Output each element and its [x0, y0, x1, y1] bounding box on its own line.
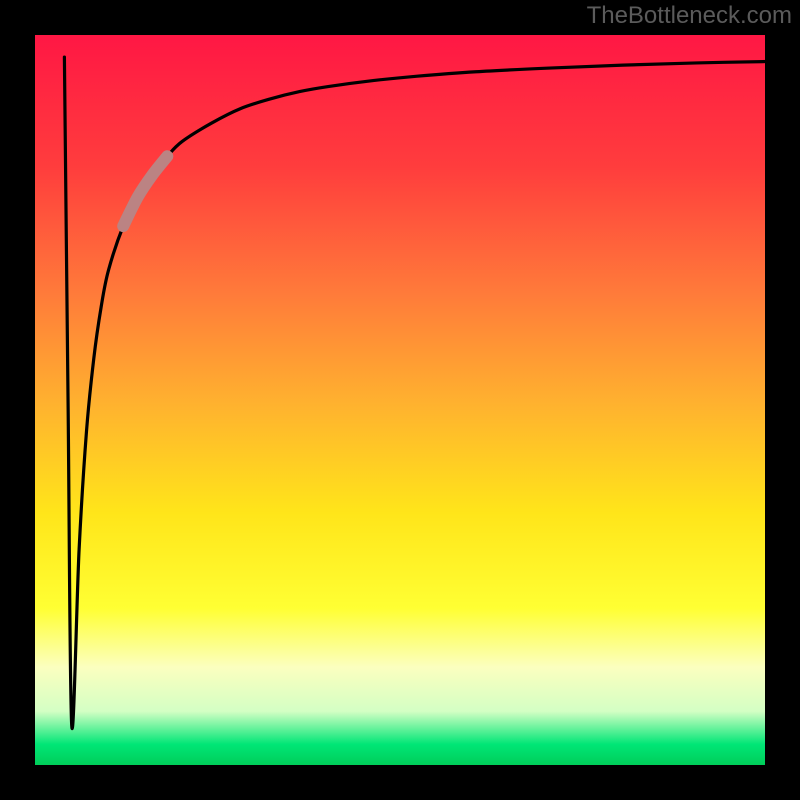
watermark-text: TheBottleneck.com — [587, 2, 792, 30]
bottleneck-chart — [0, 0, 800, 800]
chart-stage: TheBottleneck.com — [0, 0, 800, 800]
plot-background — [35, 35, 770, 770]
